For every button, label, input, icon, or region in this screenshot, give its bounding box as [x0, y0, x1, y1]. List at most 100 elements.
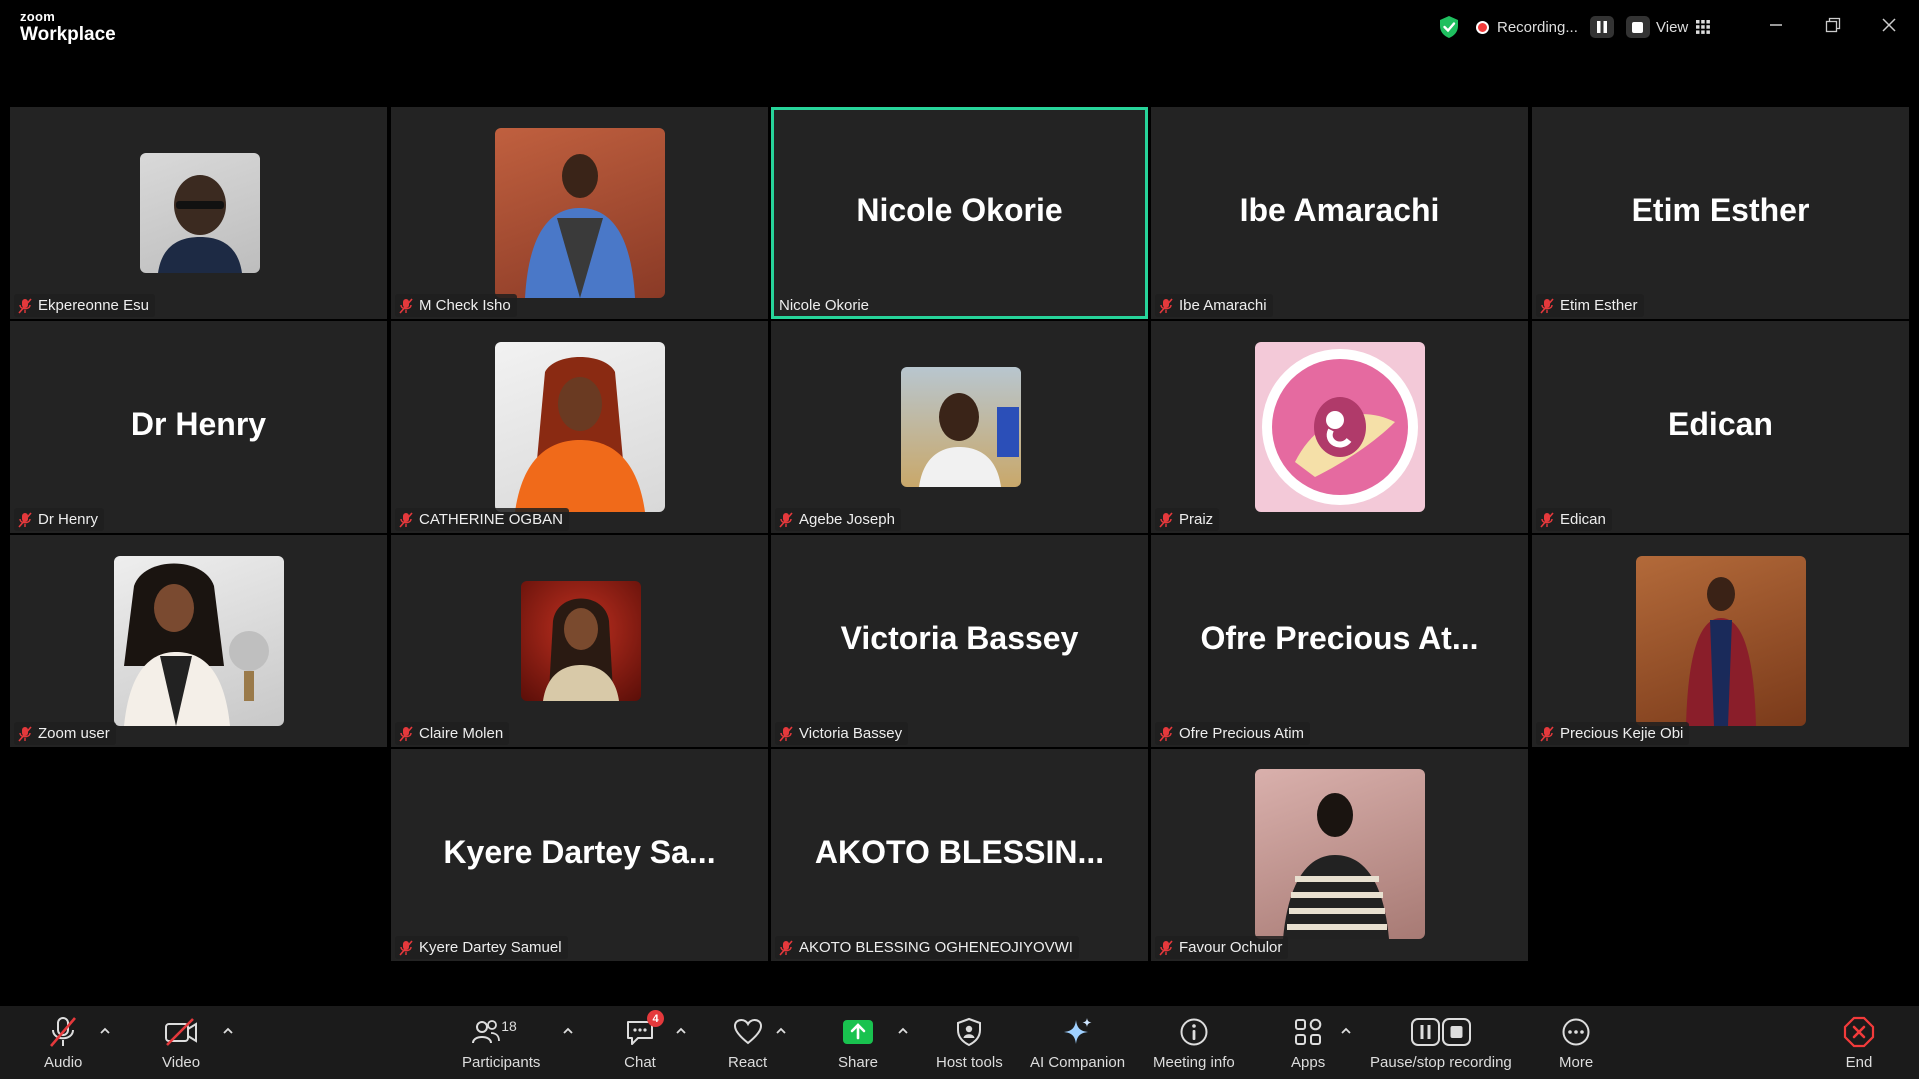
participant-label: Favour Ochulor: [1155, 936, 1289, 959]
restore-button[interactable]: [1822, 14, 1844, 36]
recording-label: Recording...: [1497, 18, 1578, 36]
participant-name: Etim Esther: [1560, 297, 1638, 314]
stop-icon: [1632, 21, 1644, 33]
participant-label: Ibe Amarachi: [1155, 294, 1273, 317]
participant-display-name: Dr Henry: [130, 405, 267, 442]
meeting-toolbar: Audio Video 18 Participants 4 Chat React: [0, 1006, 1919, 1079]
participant-tile[interactable]: Kyere Dartey Sa... Kyere Dartey Samuel: [391, 749, 768, 961]
end-meeting-button[interactable]: End: [1843, 1014, 1875, 1071]
share-label: Share: [838, 1054, 879, 1071]
participant-photo: [521, 581, 641, 701]
host-tools-label: Host tools: [936, 1054, 1003, 1071]
close-button[interactable]: [1878, 14, 1900, 36]
participant-label: Claire Molen: [395, 722, 510, 745]
participant-tile[interactable]: Ekpereonne Esu: [10, 107, 387, 319]
meeting-info-label: Meeting info: [1153, 1054, 1235, 1071]
minimize-icon: [1770, 24, 1782, 26]
participants-button[interactable]: 18 Participants: [462, 1014, 540, 1071]
participant-tile[interactable]: Victoria Bassey Victoria Bassey: [771, 535, 1148, 747]
brand-big: Workplace: [20, 24, 116, 45]
participant-tile[interactable]: Zoom user: [10, 535, 387, 747]
participant-name: Precious Kejie Obi: [1560, 725, 1684, 742]
apps-options-chevron-up-icon[interactable]: [1339, 1024, 1353, 1038]
video-off-icon: [165, 1018, 198, 1046]
react-options-chevron-up-icon[interactable]: [774, 1024, 788, 1038]
participant-tile[interactable]: Etim Esther Etim Esther: [1532, 107, 1909, 319]
more-button[interactable]: More: [1559, 1014, 1593, 1071]
video-label: Video: [162, 1054, 201, 1071]
muted-mic-icon: [779, 725, 793, 742]
participant-label: M Check Isho: [395, 294, 517, 317]
meeting-info-button[interactable]: Meeting info: [1153, 1014, 1235, 1071]
chat-button[interactable]: 4 Chat: [624, 1010, 664, 1071]
participant-name: Praiz: [1179, 511, 1214, 528]
participants-label: Participants: [462, 1054, 541, 1071]
title-bar: zoom Workplace Recording... View: [0, 0, 1919, 54]
participants-icon: [472, 1020, 501, 1044]
participant-tile[interactable]: Edican Edican: [1532, 321, 1909, 533]
participant-photo: [1255, 342, 1425, 512]
participant-tile[interactable]: Praiz: [1151, 321, 1528, 533]
participant-tile[interactable]: Favour Ochulor: [1151, 749, 1528, 961]
zoom-workplace-logo: zoom Workplace: [20, 10, 116, 44]
participant-name: M Check Isho: [419, 297, 511, 314]
participant-photo: [114, 556, 284, 726]
react-button[interactable]: React: [728, 1014, 767, 1071]
participant-display-name: Ibe Amarachi: [1239, 191, 1440, 228]
participant-tile[interactable]: AKOTO BLESSIN... AKOTO BLESSING OGHENEOJ…: [771, 749, 1148, 961]
heart-icon: [733, 1018, 762, 1045]
video-options-chevron-up-icon[interactable]: [221, 1024, 235, 1038]
muted-mic-icon: [1540, 511, 1554, 528]
participant-label: Agebe Joseph: [775, 508, 901, 531]
participant-display-name: Etim Esther: [1631, 191, 1810, 228]
participant-tile[interactable]: Claire Molen: [391, 535, 768, 747]
apps-button[interactable]: Apps: [1291, 1014, 1325, 1071]
participant-label: Praiz: [1155, 508, 1220, 531]
grid-icon: [1696, 20, 1711, 34]
share-button[interactable]: Share: [838, 1014, 878, 1071]
chat-unread-badge: 4: [647, 1010, 664, 1027]
participant-tile[interactable]: Precious Kejie Obi: [1532, 535, 1909, 747]
participant-name: Agebe Joseph: [799, 511, 895, 528]
encryption-shield-icon[interactable]: [1438, 14, 1462, 40]
participant-name: Edican: [1560, 511, 1606, 528]
more-ellipsis-icon: [1562, 1018, 1590, 1046]
video-button[interactable]: Video: [162, 1014, 200, 1071]
participant-tile[interactable]: Agebe Joseph: [771, 321, 1148, 533]
participant-label: Victoria Bassey: [775, 722, 909, 745]
muted-mic-icon: [1540, 725, 1554, 742]
info-icon: [1180, 1018, 1208, 1046]
audio-button[interactable]: Audio: [44, 1014, 82, 1071]
restore-icon: [1825, 17, 1841, 33]
share-options-chevron-up-icon[interactable]: [896, 1024, 910, 1038]
ai-companion-button[interactable]: AI Companion: [1030, 1014, 1125, 1071]
muted-mic-icon: [1159, 725, 1173, 742]
host-tools-button[interactable]: Host tools: [936, 1014, 1003, 1071]
participant-label: Zoom user: [14, 722, 116, 745]
participant-tile[interactable]: Ofre Precious At... Ofre Precious Atim: [1151, 535, 1528, 747]
muted-mic-icon: [399, 939, 413, 956]
participant-label: Ekpereonne Esu: [14, 294, 155, 317]
participant-name: Dr Henry: [38, 511, 99, 528]
participant-label: Edican: [1536, 508, 1612, 531]
pause-recording-button[interactable]: [1589, 16, 1614, 38]
react-label: React: [728, 1054, 768, 1071]
view-button[interactable]: View: [1656, 14, 1711, 40]
minimize-button[interactable]: [1765, 14, 1787, 36]
participant-name: Zoom user: [38, 725, 110, 742]
host-tools-shield-icon: [957, 1017, 982, 1047]
view-label: View: [1656, 18, 1689, 36]
chat-options-chevron-up-icon[interactable]: [674, 1024, 688, 1038]
participant-tile-active-speaker[interactable]: Nicole Okorie Nicole Okorie: [771, 107, 1148, 319]
stop-recording-button[interactable]: [1625, 16, 1650, 38]
recording-indicator: Recording...: [1476, 14, 1650, 40]
participants-options-chevron-up-icon[interactable]: [561, 1024, 575, 1038]
pause-stop-recording-button[interactable]: Pause/stop recording: [1370, 1014, 1512, 1071]
audio-options-chevron-up-icon[interactable]: [98, 1024, 112, 1038]
ai-companion-label: AI Companion: [1030, 1054, 1126, 1071]
participant-tile[interactable]: CATHERINE OGBAN: [391, 321, 768, 533]
participant-label: Kyere Dartey Samuel: [395, 936, 568, 959]
participant-tile[interactable]: M Check Isho: [391, 107, 768, 319]
participant-tile[interactable]: Dr Henry Dr Henry: [10, 321, 387, 533]
participant-tile[interactable]: Ibe Amarachi Ibe Amarachi: [1151, 107, 1528, 319]
